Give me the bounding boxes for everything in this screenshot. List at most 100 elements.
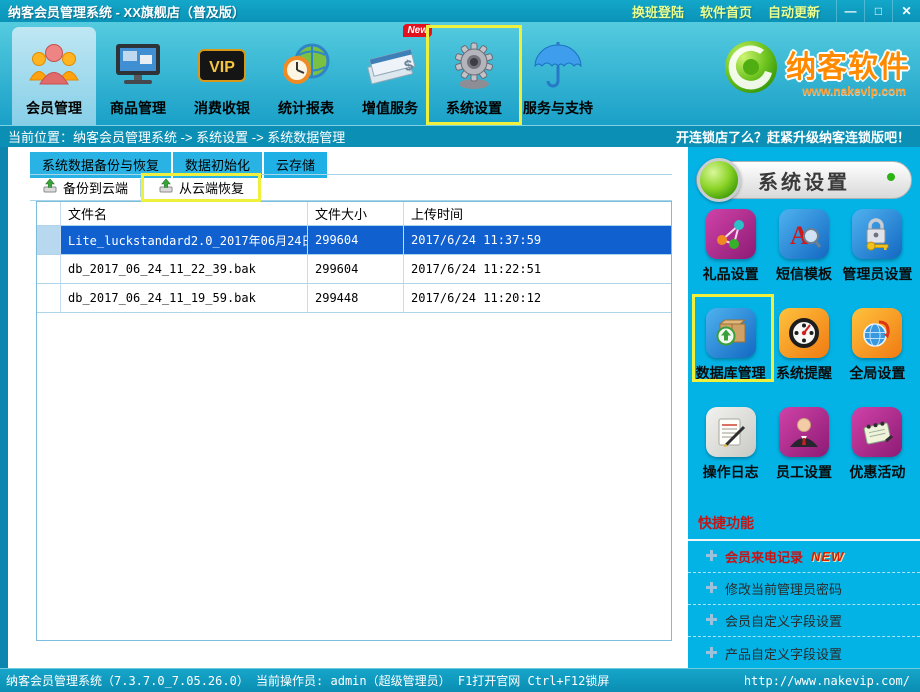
quick-link-member-custom-fields[interactable]: 会员自定义字段设置 <box>688 605 920 637</box>
row-selector[interactable] <box>37 226 61 254</box>
toolbar-label: 服务与支持 <box>523 98 593 118</box>
svg-text:VIP: VIP <box>209 59 235 76</box>
quick-link-change-admin-password[interactable]: 修改当前管理员密码 <box>688 573 920 605</box>
umbrella-icon <box>530 32 586 98</box>
window-title: 纳客会员管理系统 - XX旗舰店（普及版） <box>0 2 245 21</box>
table-row[interactable]: db_2017_06_24_11_19_59.bak 299448 2017/6… <box>37 284 671 313</box>
sidebar-header: 系统设置 <box>696 161 912 199</box>
status-bar: 纳客会员管理系统（7.3.7.0_7.05.26.0） 当前操作员: admin… <box>0 668 920 692</box>
toolbar-system-settings[interactable]: 系统设置 <box>432 22 516 125</box>
app-window: 纳客会员管理系统 - XX旗舰店（普及版） 换班登陆 软件首页 自动更新 — □… <box>0 0 920 692</box>
brand-logo: 纳客软件 www.nakevip.com <box>722 38 910 101</box>
settings-sidebar: 系统设置 礼品设置 <box>688 147 920 668</box>
main-toolbar: 会员管理 商品管理 VIP 消费收 <box>0 22 920 125</box>
left-edge-strip <box>0 147 8 668</box>
admin-lock-icon <box>852 209 902 259</box>
new-badge: New <box>403 24 432 37</box>
shift-login-link[interactable]: 换班登陆 <box>632 2 684 21</box>
members-icon <box>26 32 82 98</box>
settings-app-grid: 礼品设置 A 短信模板 <box>694 209 914 482</box>
app-label: 系统提醒 <box>768 363 840 383</box>
operation-log-icon <box>706 407 756 457</box>
toolbar-product-management[interactable]: 商品管理 <box>96 22 180 125</box>
row-selector[interactable] <box>37 255 61 283</box>
backup-to-cloud-button[interactable]: 备份到云端 <box>30 175 140 200</box>
plus-icon <box>706 581 717 596</box>
app-label: 短信模板 <box>768 264 840 284</box>
toolbar-label: 统计报表 <box>278 98 334 118</box>
column-uploadtime[interactable]: 上传时间 <box>404 202 671 225</box>
row-selector[interactable] <box>37 284 61 312</box>
cell-filesize: 299604 <box>308 226 404 254</box>
toolbar-label: 商品管理 <box>110 98 166 118</box>
staff-icon <box>779 407 829 457</box>
breadcrumb-bar: 当前位置：纳客会员管理系统 -> 系统设置 -> 系统数据管理 开连锁店了么？赶… <box>0 125 920 147</box>
chain-upgrade-promo[interactable]: 开连锁店了么？赶紧升级纳客连锁版吧！ <box>676 127 920 146</box>
app-database-management[interactable]: 数据库管理 <box>695 308 767 383</box>
cell-uploadtime: 2017/6/24 11:20:12 <box>404 284 671 312</box>
table-row[interactable]: db_2017_06_24_11_22_39.bak 299604 2017/6… <box>37 255 671 284</box>
toolbar-label: 增值服务 <box>362 98 418 118</box>
software-home-link[interactable]: 软件首页 <box>700 2 752 21</box>
close-button[interactable]: ✕ <box>892 0 920 22</box>
cell-filename: Lite_luckstandard2.0_2017年06月24日11... <box>61 226 308 254</box>
upload-basket-icon <box>42 178 58 197</box>
table-header: 文件名 文件大小 上传时间 <box>37 202 671 226</box>
auto-update-link[interactable]: 自动更新 <box>768 2 820 21</box>
sidebar-header-label: 系统设置 <box>758 166 850 195</box>
global-settings-icon <box>852 308 902 358</box>
plus-icon <box>706 613 717 628</box>
app-system-reminder[interactable]: 系统提醒 <box>768 308 840 383</box>
gear-icon <box>446 32 502 98</box>
app-label: 礼品设置 <box>695 264 767 284</box>
cell-filename: db_2017_06_24_11_19_59.bak <box>61 284 308 312</box>
promotion-icon <box>852 407 902 457</box>
app-staff-settings[interactable]: 员工设置 <box>768 407 840 482</box>
toolbar-label: 系统设置 <box>446 98 502 118</box>
app-promotions[interactable]: 优惠活动 <box>841 407 913 482</box>
quick-link-product-custom-fields[interactable]: 产品自定义字段设置 <box>688 637 920 669</box>
toolbar-label: 会员管理 <box>26 98 82 118</box>
toolbar-value-services[interactable]: New $ 增值服务 <box>348 22 432 125</box>
status-url: http://www.nakevip.com/ <box>744 674 920 688</box>
vip-card-icon: VIP <box>194 32 250 98</box>
app-label: 优惠活动 <box>841 462 913 482</box>
toolbar-service-support[interactable]: 服务与支持 <box>516 22 600 125</box>
app-sms-template[interactable]: A 短信模板 <box>768 209 840 284</box>
app-label: 全局设置 <box>841 363 913 383</box>
app-gift-settings[interactable]: 礼品设置 <box>695 209 767 284</box>
restore-from-cloud-button[interactable]: 从云端恢复 <box>146 178 256 197</box>
backup-to-cloud-label: 备份到云端 <box>63 178 128 197</box>
column-filename[interactable]: 文件名 <box>61 202 308 225</box>
logo-swirl-icon <box>722 38 780 101</box>
quick-link-member-call-log[interactable]: 会员来电记录 NEW <box>688 541 920 573</box>
reports-icon <box>278 32 334 98</box>
app-label: 数据库管理 <box>695 363 767 383</box>
cell-uploadtime: 2017/6/24 11:37:59 <box>404 226 671 254</box>
logo-name: 纳客软件 <box>786 42 910 86</box>
toolbar-statistics[interactable]: 统计报表 <box>264 22 348 125</box>
new-badge: NEW <box>811 549 844 564</box>
toolbar-cashier[interactable]: VIP 消费收银 <box>180 22 264 125</box>
cloud-toolbar: 备份到云端 从云端恢复 <box>30 174 672 201</box>
plus-icon <box>706 549 717 564</box>
toolbar-member-management[interactable]: 会员管理 <box>12 27 96 125</box>
download-basket-icon <box>158 178 174 197</box>
minimize-button[interactable]: — <box>836 0 864 22</box>
row-selector-header <box>37 202 61 225</box>
logo-url: www.nakevip.com <box>802 84 906 98</box>
sms-template-icon: A <box>779 209 829 259</box>
table-row[interactable]: Lite_luckstandard2.0_2017年06月24日11... 29… <box>37 226 671 255</box>
app-label: 员工设置 <box>768 462 840 482</box>
cell-filename: db_2017_06_24_11_22_39.bak <box>61 255 308 283</box>
backup-file-table: 文件名 文件大小 上传时间 Lite_luckstandard2.0_2017年… <box>36 201 672 641</box>
app-admin-settings[interactable]: 管理员设置 <box>841 209 913 284</box>
maximize-button[interactable]: □ <box>864 0 892 22</box>
app-global-settings[interactable]: 全局设置 <box>841 308 913 383</box>
column-filesize[interactable]: 文件大小 <box>308 202 404 225</box>
products-icon <box>110 32 166 98</box>
main-area: 系统数据备份与恢复 数据初始化 云存储 备份到云端 <box>0 147 920 668</box>
app-operation-log[interactable]: 操作日志 <box>695 407 767 482</box>
green-ring-icon <box>887 173 895 181</box>
value-services-icon: $ <box>362 32 418 98</box>
